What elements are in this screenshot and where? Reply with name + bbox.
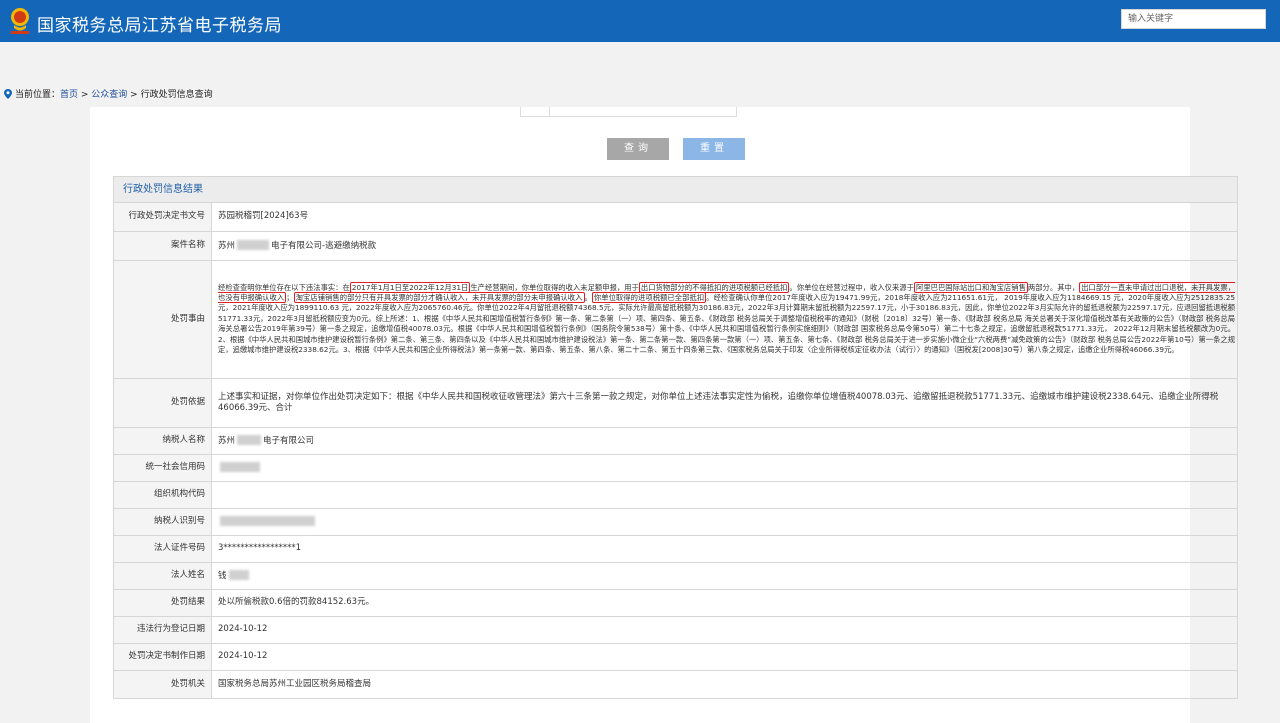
taxpayer-name-prefix: 苏州 bbox=[218, 435, 236, 446]
reason-text: 经检查查明你单位存在以下违法事实：在 bbox=[218, 282, 350, 292]
table-row: 案件名称 苏州 电子有限公司-逃避缴纳税款 bbox=[114, 231, 1237, 261]
top-header: 国家税务总局江苏省电子税务局 bbox=[0, 0, 1280, 42]
breadcrumb: 当前位置：首页 > 公众查询 > 行政处罚信息查询 bbox=[4, 87, 213, 100]
org-code-value bbox=[211, 481, 1237, 509]
query-field-partial[interactable] bbox=[520, 107, 737, 117]
table-row: 统一社会信用码 bbox=[114, 454, 1237, 482]
table-row: 处罚决定书制作日期 2024-10-12 bbox=[114, 643, 1237, 671]
breadcrumb-separator: > bbox=[78, 90, 92, 100]
table-row: 处罚结果 处以所偷税款0.6倍的罚款84152.63元。 bbox=[114, 589, 1237, 617]
table-row: 处罚事由 经检查查明你单位存在以下违法事实：在 2017年1月1日至2022年12… bbox=[114, 260, 1237, 379]
highlight-mark: 淘宝店铺销售的部分只有开具发票的部分才确认收入，未开具发票的部分未申报确认收入 bbox=[293, 291, 585, 303]
query-button[interactable]: 查询 bbox=[607, 138, 669, 160]
reason-text: ； bbox=[286, 292, 294, 302]
decision-date-value: 2024-10-12 bbox=[211, 643, 1237, 671]
legal-id-value: 3*****************1 bbox=[211, 535, 1237, 563]
field-label: 统一社会信用码 bbox=[114, 454, 212, 482]
redacted-block bbox=[220, 515, 315, 526]
table-row: 组织机构代码 bbox=[114, 481, 1237, 509]
violation-date-value: 2024-10-12 bbox=[211, 616, 1237, 644]
field-label: 处罚决定书制作日期 bbox=[114, 643, 212, 671]
field-label: 违法行为登记日期 bbox=[114, 616, 212, 644]
reason-text: 生产经营期间，你单位取得的收入未足额申报，用于 bbox=[470, 282, 639, 292]
table-row: 法人姓名 钱 bbox=[114, 562, 1237, 590]
field-label: 法人证件号码 bbox=[114, 535, 212, 563]
case-name-value: 苏州 电子有限公司-逃避缴纳税款 bbox=[211, 231, 1237, 261]
breadcrumb-home-link[interactable]: 首页 bbox=[60, 90, 78, 100]
breadcrumb-current: 行政处罚信息查询 bbox=[140, 90, 213, 100]
table-row: 纳税人名称 苏州 电子有限公司 bbox=[114, 427, 1237, 455]
case-name-suffix: 电子有限公司-逃避缴纳税款 bbox=[271, 240, 377, 251]
result-table: 行政处罚信息结果 行政处罚决定书文号 苏园税稽罚[2024]63号 案件名称 苏… bbox=[113, 176, 1238, 699]
field-label: 处罚依据 bbox=[114, 378, 212, 428]
location-pin-icon bbox=[4, 89, 12, 99]
legal-name-text: 钱 bbox=[218, 570, 227, 581]
breadcrumb-public-query-link[interactable]: 公众查询 bbox=[91, 90, 127, 100]
breadcrumb-label: 当前位置： bbox=[15, 90, 61, 100]
field-label: 处罚机关 bbox=[114, 670, 212, 699]
field-label: 纳税人名称 bbox=[114, 427, 212, 455]
redacted-block bbox=[228, 569, 249, 580]
field-label: 组织机构代码 bbox=[114, 481, 212, 509]
highlight-mark: 2017年1月1日至2022年12月31日 bbox=[349, 281, 471, 293]
reason-text: 。你单位在经营过程中，收入仅来源于 bbox=[789, 282, 914, 292]
main-panel: 查询 重置 行政处罚信息结果 行政处罚决定书文号 苏园税稽罚[2024]63号 … bbox=[90, 107, 1238, 723]
reason-text: 。 bbox=[584, 292, 592, 302]
penalty-basis-value: 上述事实和证据，对你单位作出处罚决定如下：根据《中华人民共和国税收征收管理法》第… bbox=[211, 378, 1237, 428]
table-row: 纳税人识别号 bbox=[114, 508, 1237, 536]
credit-code-value bbox=[211, 454, 1237, 482]
case-name-prefix: 苏州 bbox=[218, 240, 236, 251]
reason-text: 两部分。其中， bbox=[1027, 282, 1080, 292]
redacted-block bbox=[237, 434, 262, 445]
table-row: 行政处罚决定书文号 苏园税稽罚[2024]63号 bbox=[114, 203, 1237, 232]
search-input[interactable] bbox=[1121, 9, 1266, 29]
highlight-mark: 出口货物部分的不得抵扣的进项税额已经抵扣 bbox=[638, 281, 790, 293]
penalty-result-value: 处以所偷税款0.6倍的罚款84152.63元。 bbox=[211, 589, 1237, 617]
site-title: 国家税务总局江苏省电子税务局 bbox=[37, 16, 282, 36]
legal-name-value: 钱 bbox=[211, 562, 1237, 590]
table-row: 法人证件号码 3*****************1 bbox=[114, 535, 1237, 563]
breadcrumb-separator: > bbox=[127, 90, 141, 100]
taxpayer-id-value bbox=[211, 508, 1237, 536]
table-row: 违法行为登记日期 2024-10-12 bbox=[114, 616, 1237, 644]
field-label: 纳税人识别号 bbox=[114, 508, 212, 536]
penalty-reason-value: 经检查查明你单位存在以下违法事实：在 2017年1月1日至2022年12月31日生… bbox=[211, 260, 1237, 379]
doc-number-value: 苏园税稽罚[2024]63号 bbox=[211, 203, 1237, 232]
field-label: 处罚事由 bbox=[114, 260, 212, 379]
field-label: 法人姓名 bbox=[114, 562, 212, 590]
taxpayer-name-value: 苏州 电子有限公司 bbox=[211, 427, 1237, 455]
highlight-mark: 你单位取得的进项税额已全部抵扣 bbox=[591, 291, 707, 303]
redacted-block bbox=[220, 461, 260, 472]
field-label: 行政处罚决定书文号 bbox=[114, 203, 212, 232]
table-row: 处罚依据 上述事实和证据，对你单位作出处罚决定如下：根据《中华人民共和国税收征收… bbox=[114, 378, 1237, 428]
highlight-mark: 阿里巴巴国际站出口和淘宝店销售 bbox=[914, 281, 1028, 293]
authority-value: 国家税务总局苏州工业园区税务局稽查局 bbox=[211, 670, 1237, 699]
tax-emblem-icon bbox=[11, 8, 29, 34]
field-label: 处罚结果 bbox=[114, 589, 212, 617]
field-label: 案件名称 bbox=[114, 231, 212, 261]
result-heading: 行政处罚信息结果 bbox=[114, 177, 1237, 203]
redacted-block bbox=[237, 239, 270, 250]
reset-button[interactable]: 重置 bbox=[683, 138, 745, 160]
table-row: 处罚机关 国家税务总局苏州工业园区税务局稽查局 bbox=[114, 670, 1237, 699]
taxpayer-name-suffix: 电子有限公司 bbox=[263, 435, 315, 446]
